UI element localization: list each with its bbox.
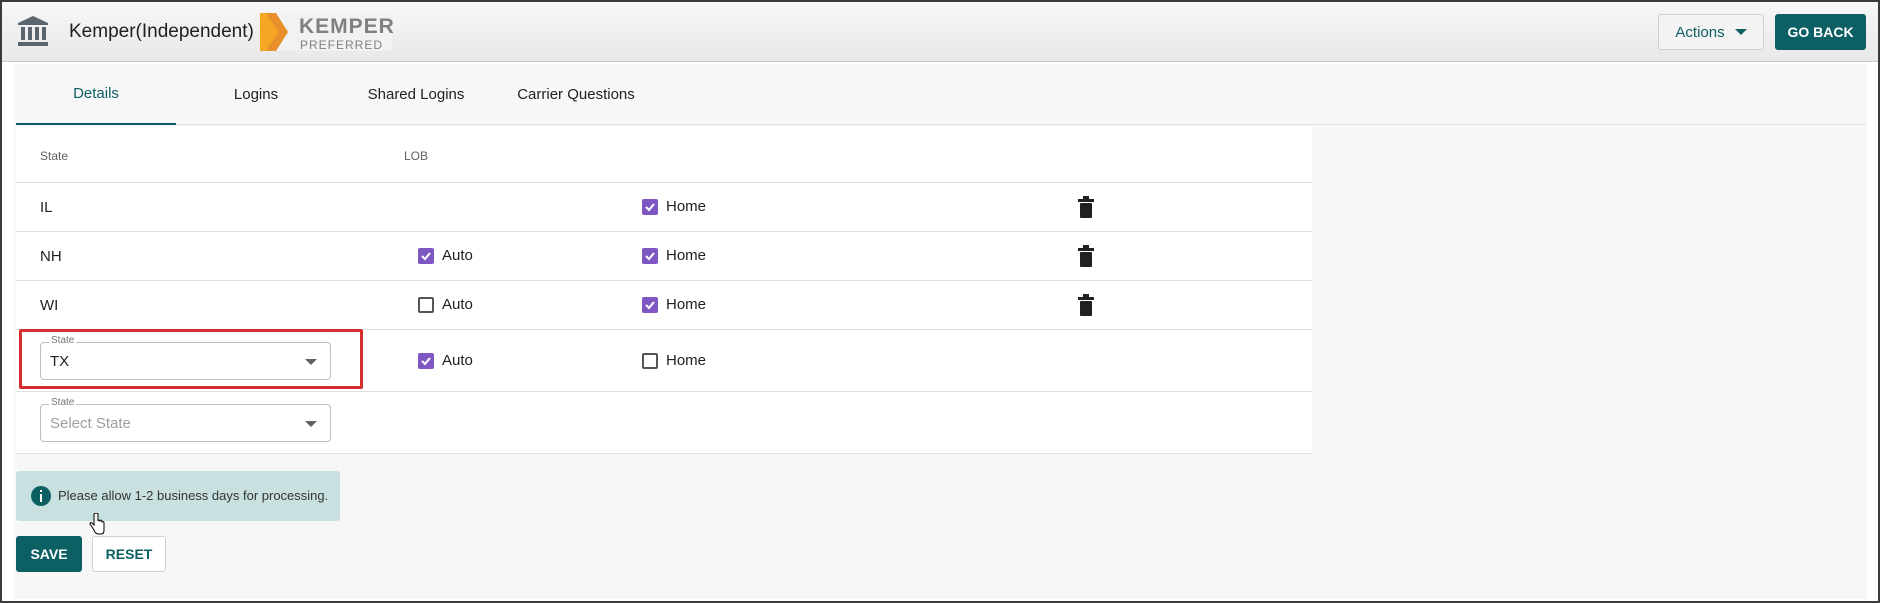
save-button[interactable]: SAVE xyxy=(16,536,82,572)
check-icon xyxy=(421,356,431,365)
home-checkbox-field[interactable]: Home xyxy=(642,296,706,313)
kemper-logo-icon xyxy=(260,13,288,51)
table-row: NH Auto Home xyxy=(16,232,1312,281)
checkbox-label: Home xyxy=(666,296,707,313)
check-icon xyxy=(645,300,655,309)
home-checkbox-field[interactable]: Home xyxy=(642,198,706,215)
state-select-label: State xyxy=(49,397,77,408)
checkbox-label: Auto xyxy=(442,352,473,369)
state-lob-table: State LOB IL Home NH Auto Home WI Auto H… xyxy=(16,126,1312,454)
header-bar: Kemper(Independent) KEMPER PREFERRED Act… xyxy=(2,2,1878,62)
table-row-new: State Select State xyxy=(16,392,1312,454)
checkbox[interactable] xyxy=(642,247,658,264)
table-header: State LOB xyxy=(16,126,1312,183)
bank-icon xyxy=(18,16,48,46)
delete-icon[interactable] xyxy=(1077,294,1095,316)
column-header-lob: LOB xyxy=(404,149,429,163)
auto-checkbox-field[interactable]: Auto xyxy=(418,296,473,313)
checkbox[interactable] xyxy=(418,352,434,369)
go-back-button[interactable]: GO BACK xyxy=(1775,14,1866,50)
checkbox[interactable] xyxy=(642,296,658,313)
carrier-logo: KEMPER PREFERRED xyxy=(260,13,395,52)
actions-label: Actions xyxy=(1675,23,1725,41)
row-state: IL xyxy=(40,199,53,216)
annotation-highlight xyxy=(19,329,363,389)
checkbox[interactable] xyxy=(418,247,434,264)
table-row: IL Home xyxy=(16,183,1312,232)
app-window: Kemper(Independent) KEMPER PREFERRED Act… xyxy=(0,0,1880,603)
reset-button[interactable]: RESET xyxy=(92,536,166,572)
checkbox-label: Auto xyxy=(442,296,473,313)
tab-logins[interactable]: Logins xyxy=(176,64,336,125)
auto-checkbox-field[interactable]: Auto xyxy=(418,352,473,369)
delete-icon[interactable] xyxy=(1077,245,1095,267)
new-state-select[interactable]: State Select State xyxy=(40,397,331,442)
home-checkbox-field[interactable]: Home xyxy=(642,247,706,264)
hand-cursor-icon xyxy=(89,513,105,535)
checkbox[interactable] xyxy=(642,198,658,215)
info-icon xyxy=(31,486,51,506)
tab-details[interactable]: Details xyxy=(16,64,176,125)
column-header-state: State xyxy=(40,149,69,163)
info-banner: Please allow 1-2 business days for proce… xyxy=(16,471,340,521)
tab-bar: Details Logins Shared Logins Carrier Que… xyxy=(16,64,1866,125)
info-text: Please allow 1-2 business days for proce… xyxy=(58,488,329,503)
tab-shared-logins[interactable]: Shared Logins xyxy=(336,64,496,125)
tab-carrier-questions[interactable]: Carrier Questions xyxy=(496,64,656,125)
home-checkbox-field[interactable]: Home xyxy=(642,352,706,369)
logo-text-primary: KEMPER xyxy=(299,15,395,38)
checkbox[interactable] xyxy=(418,296,434,313)
checkbox-label: Home xyxy=(666,247,707,264)
row-state: NH xyxy=(40,248,62,265)
checkbox[interactable] xyxy=(642,352,658,369)
table-row: WI Auto Home xyxy=(16,281,1312,330)
carrier-title: Kemper(Independent) xyxy=(69,21,254,42)
checkbox-label: Auto xyxy=(442,247,473,264)
logo-text-secondary: PREFERRED xyxy=(300,38,384,52)
caret-down-icon xyxy=(305,421,317,427)
check-icon xyxy=(645,251,655,260)
actions-button[interactable]: Actions xyxy=(1658,14,1764,50)
caret-down-icon xyxy=(1734,29,1747,35)
check-icon xyxy=(421,251,431,260)
checkbox-label: Home xyxy=(666,352,707,369)
state-select-placeholder: Select State xyxy=(50,415,131,432)
checkbox-label: Home xyxy=(666,198,707,215)
row-state: WI xyxy=(40,297,59,314)
auto-checkbox-field[interactable]: Auto xyxy=(418,247,473,264)
check-icon xyxy=(645,202,655,211)
delete-icon[interactable] xyxy=(1077,196,1095,218)
